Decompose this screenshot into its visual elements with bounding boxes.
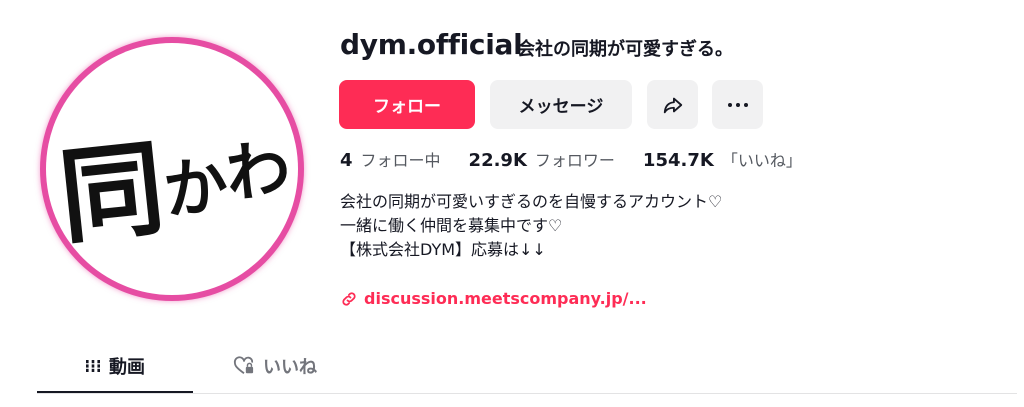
stat-value: 154.7K — [642, 150, 714, 171]
avatar-kana-wa: わ — [223, 131, 294, 212]
stat-label: 「いいね」 — [721, 151, 802, 170]
share-arrow-icon — [663, 97, 682, 113]
tab-videos[interactable]: 動画 — [37, 340, 193, 392]
bio-line: 会社の同期が可愛いすぎるのを自慢するアカウント♡ — [340, 192, 723, 211]
link-text: discussion.meetscompany.jp/... — [364, 289, 647, 308]
avatar-image: 同 か わ — [46, 43, 298, 295]
profile-bio: 会社の同期が可愛いすぎるのを自慢するアカウント♡ 一緒に働く仲間を募集中です♡ … — [340, 190, 722, 262]
avatar-kana-ka: か — [160, 148, 231, 229]
tab-label: いいね — [263, 357, 317, 378]
stat-label: フォロー中 — [360, 151, 441, 170]
username: dym.official — [340, 28, 523, 61]
more-button[interactable] — [712, 80, 763, 129]
message-button[interactable]: メッセージ — [490, 80, 632, 129]
stat-followers[interactable]: 22.9K フォロワー — [469, 147, 615, 171]
stat-value: 4 — [340, 150, 353, 171]
heart-lock-icon — [233, 356, 254, 375]
grid-icon — [85, 360, 101, 372]
nickname: 会社の同期が可愛すぎる。 — [517, 39, 733, 60]
content-tabs: 動画 いいね — [37, 340, 1017, 396]
profile-link[interactable]: discussion.meetscompany.jp/... — [340, 289, 647, 308]
link-icon — [342, 291, 356, 306]
tabs-divider — [37, 393, 1017, 394]
profile-avatar[interactable]: 同 か わ — [40, 37, 304, 301]
stat-label: フォロワー — [534, 151, 615, 170]
stat-value: 22.9K — [468, 150, 527, 171]
more-dots-icon — [727, 102, 748, 107]
stat-likes: 154.7K 「いいね」 — [643, 147, 802, 171]
stat-following[interactable]: 4 フォロー中 — [340, 147, 441, 171]
avatar-kanji: 同 — [54, 126, 170, 259]
tab-likes[interactable]: いいね — [233, 340, 317, 392]
bio-line: 【株式会社DYM】応募は↓↓ — [340, 240, 546, 259]
tab-label: 動画 — [109, 357, 145, 378]
share-button[interactable] — [647, 80, 698, 129]
bio-line: 一緒に働く仲間を募集中です♡ — [340, 216, 563, 235]
profile-stats: 4 フォロー中 22.9K フォロワー 154.7K 「いいね」 — [340, 147, 830, 171]
follow-button[interactable]: フォロー — [339, 80, 475, 129]
